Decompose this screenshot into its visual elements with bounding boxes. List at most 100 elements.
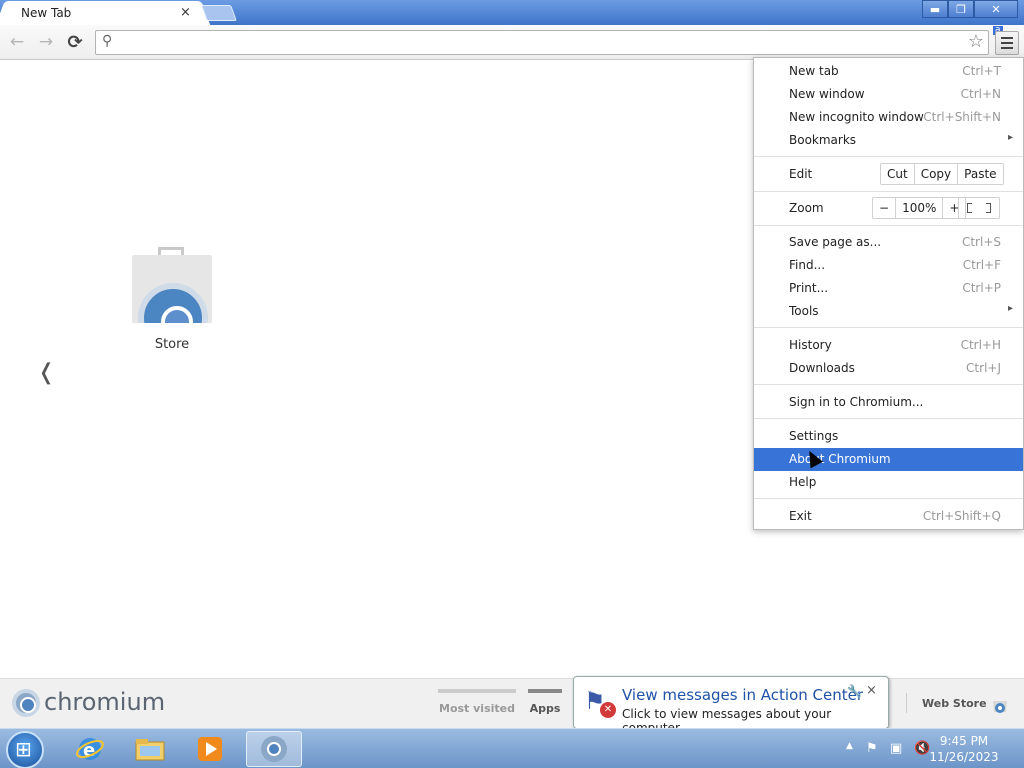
menu-item-label: Sign in to Chromium... [789,395,924,409]
edit-button-group: Cut Copy Paste [880,163,1004,185]
menu-item-label: Edit [789,167,813,181]
chromium-logo-icon [12,689,40,717]
menu-divider [754,384,1023,385]
paste-button[interactable]: Paste [958,164,1002,184]
menu-item-label: New incognito window [789,110,924,124]
internet-explorer-icon[interactable]: e [62,731,118,767]
menu-divider [754,191,1023,192]
menu-item-label: Zoom [789,201,824,215]
menu-item-about-chromium[interactable]: About Chromium [754,448,1023,471]
submenu-arrow-icon: ▸ [1007,132,1013,143]
chromium-taskbar-icon[interactable] [246,731,302,767]
menu-item-tools[interactable]: Tools ▸ [754,300,1023,323]
close-window-button[interactable]: ✕ [974,0,1018,18]
menu-item-shortcut: Ctrl+F [962,258,1001,272]
file-explorer-icon[interactable] [122,731,178,767]
menu-item-history[interactable]: History Ctrl+H [754,334,1023,357]
menu-item-bookmarks[interactable]: Bookmarks ▸ [754,129,1023,152]
menu-item-label: Settings [789,429,839,443]
menu-item-shortcut: Ctrl+T [962,64,1001,78]
action-center-flag-icon[interactable]: ⚑ [866,741,878,756]
menu-item-shortcut: Ctrl+N [960,87,1001,101]
menu-divider [754,418,1023,419]
chromium-logo-icon [138,283,208,323]
menu-item-label: Exit [789,509,812,523]
web-store-link[interactable]: Web Store [922,697,987,710]
tab-new-tab[interactable]: New Tab × [8,1,198,26]
search-icon: ⚲ [102,33,113,49]
menu-divider [754,156,1023,157]
menu-item-new-incognito-window[interactable]: New incognito window Ctrl+Shift+N [754,106,1023,129]
tab-close-icon[interactable]: × [180,5,191,20]
ntp-tab-label: Most visited [439,702,515,715]
submenu-arrow-icon: ▸ [1007,303,1013,314]
menu-item-shortcut: Ctrl+H [960,338,1001,352]
menu-divider [754,327,1023,328]
tray-expand-icon[interactable]: ▲ [846,741,853,751]
menu-item-downloads[interactable]: Downloads Ctrl+J [754,357,1023,380]
web-store-icon[interactable] [990,695,1010,713]
hamburger-icon [1001,37,1013,39]
media-player-icon[interactable] [182,731,238,767]
menu-item-help[interactable]: Help [754,471,1023,494]
menu-item-shortcut: Ctrl+P [962,281,1001,295]
menu-item-new-tab[interactable]: New tab Ctrl+T [754,60,1023,83]
menu-item-exit[interactable]: Exit Ctrl+Shift+Q [754,505,1023,528]
minimize-button[interactable]: ▬ [922,0,948,18]
menu-item-new-window[interactable]: New window Ctrl+N [754,83,1023,106]
omnibox[interactable]: ⚲ ☆ [95,30,989,55]
menu-item-sign-in[interactable]: Sign in to Chromium... [754,391,1023,414]
zoom-out-button[interactable]: − [873,198,897,218]
store-app-tile[interactable] [130,245,214,325]
start-button[interactable] [6,731,44,768]
menu-item-label: New window [789,87,865,101]
toast-close-icon[interactable]: × [866,683,877,698]
store-label[interactable]: Store [130,337,214,352]
toast-title[interactable]: View messages in Action Center [622,686,863,704]
cut-button[interactable]: Cut [881,164,915,184]
settings-wrench-icon[interactable]: 🔧 [847,684,862,698]
tab-title: New Tab [21,6,72,20]
menu-item-shortcut: Ctrl+S [961,235,1001,249]
menu-item-label: Bookmarks [789,133,857,147]
menu-item-label: Help [789,475,817,489]
copy-button[interactable]: Copy [915,164,959,184]
ntp-tab-indicator [528,689,562,693]
clock-time: 9:45 PM [939,734,989,748]
menu-item-print[interactable]: Print... Ctrl+P [754,277,1023,300]
zoom-level: 100% [896,198,944,218]
menu-item-settings[interactable]: Settings [754,425,1023,448]
menu-item-label: Find... [789,258,826,272]
network-icon[interactable]: ▣ [890,741,902,756]
title-bar: New Tab × ▬ ❐ ✕ [0,0,1024,26]
menu-item-label: Downloads [789,361,855,375]
toolbar: ← → ⟳ ⚲ ☆ a [0,25,1024,60]
prev-page-arrow-icon[interactable]: ❬ [37,360,55,385]
zoom-controls: − 100% + [872,197,967,219]
maximize-button[interactable]: ❐ [948,0,974,18]
menu-item-save-page[interactable]: Save page as... Ctrl+S [754,231,1023,254]
ntp-tab-apps[interactable]: Apps [528,689,562,715]
menu-item-shortcut: Ctrl+Shift+N [923,110,1001,124]
new-tab-button[interactable] [201,5,237,21]
reload-icon[interactable]: ⟳ [64,32,86,53]
back-icon[interactable]: ← [6,32,28,52]
menu-item-shortcut: Ctrl+Shift+Q [922,509,1001,523]
chromium-menu-button[interactable] [995,31,1019,55]
divider [906,693,907,713]
menu-item-find[interactable]: Find... Ctrl+F [754,254,1023,277]
menu-item-label: Print... [789,281,829,295]
forward-icon[interactable]: → [35,32,57,52]
chromium-wordmark: chromium [44,688,166,716]
ntp-tab-most-visited[interactable]: Most visited [438,689,516,715]
system-clock[interactable]: 9:45 PM 11/26/2023 [924,733,1004,765]
error-badge-icon: ✕ [600,702,616,718]
bookmark-star-icon[interactable]: ☆ [968,31,984,52]
menu-divider [754,498,1023,499]
chromium-menu: New tab Ctrl+T New window Ctrl+N New inc… [753,57,1024,530]
fullscreen-button[interactable] [958,197,1000,219]
menu-item-label: History [789,338,832,352]
menu-divider [754,225,1023,226]
menu-item-shortcut: Ctrl+J [966,361,1001,375]
action-center-notification[interactable]: ⚑ ✕ View messages in Action Center Click… [573,676,889,735]
